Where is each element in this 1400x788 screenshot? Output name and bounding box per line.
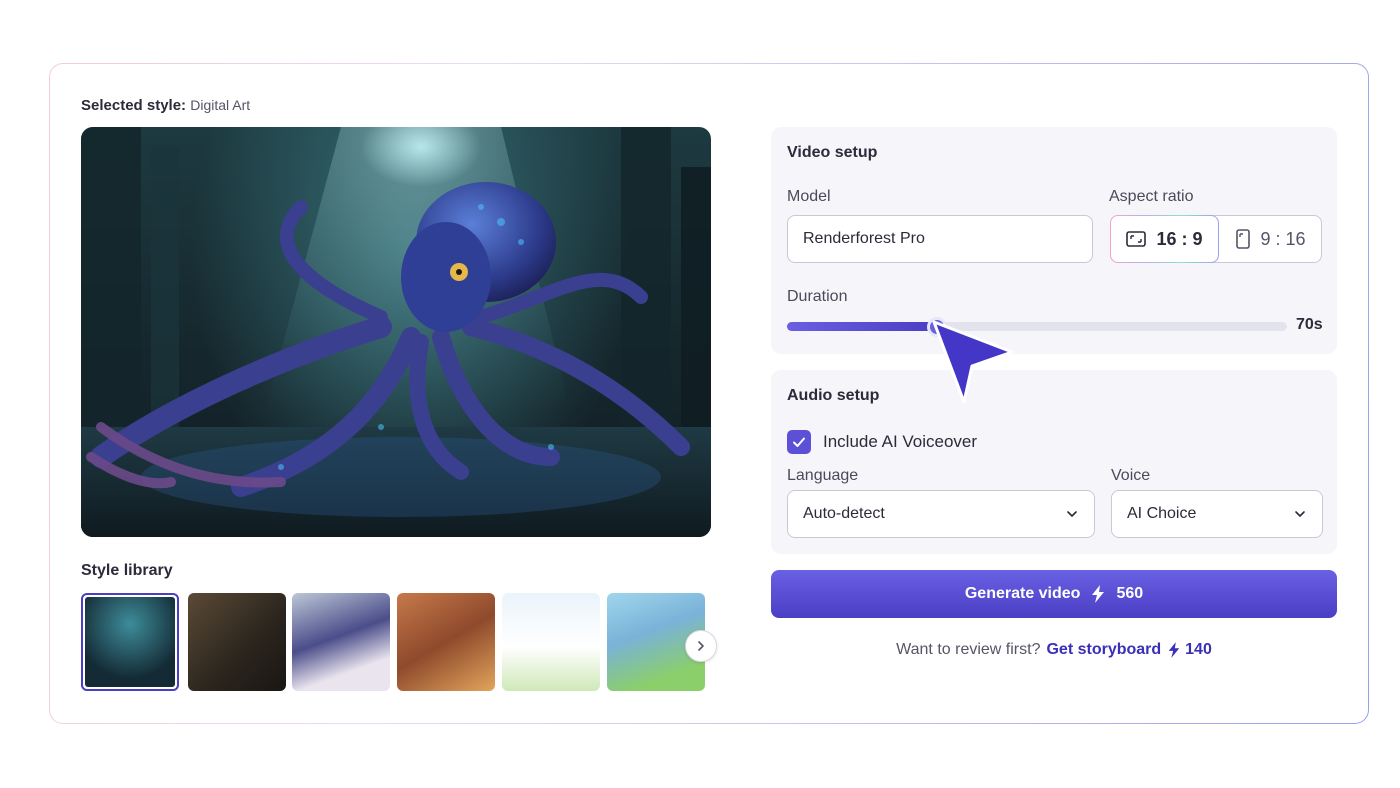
video-setup-panel: Video setup Model Renderforest Pro Aspec… xyxy=(771,127,1337,354)
get-storyboard-link[interactable]: Get storyboard xyxy=(1046,641,1161,659)
voice-value: AI Choice xyxy=(1127,505,1197,522)
carousel-next-button[interactable] xyxy=(685,630,717,662)
landscape-icon xyxy=(1126,231,1147,247)
style-library-carousel xyxy=(81,592,711,692)
model-value: Renderforest Pro xyxy=(803,230,925,247)
style-thumb-octopus[interactable] xyxy=(81,593,179,691)
voiceover-label[interactable]: Include AI Voiceover xyxy=(823,432,977,452)
duration-value: 70s xyxy=(1296,316,1323,333)
aspect-ratio-toggle: 16 : 9 9 : 16 xyxy=(1110,215,1322,263)
language-select[interactable]: Auto-detect xyxy=(787,490,1095,538)
aspect-ratio-label: Aspect ratio xyxy=(1109,188,1194,205)
generator-card-inner: Selected style: Digital Art Style librar… xyxy=(50,64,1368,723)
voice-label: Voice xyxy=(1111,467,1151,484)
generate-credits: 560 xyxy=(1116,585,1144,602)
style-thumb-cartoon-family[interactable] xyxy=(397,593,495,691)
aspect-option-9-16[interactable]: 9 : 16 xyxy=(1219,215,1323,263)
duration-slider-fill xyxy=(787,322,937,331)
chevron-down-icon xyxy=(1295,511,1305,517)
style-library-title: Style library xyxy=(81,562,173,579)
style-thumb-anime[interactable] xyxy=(292,593,390,691)
selected-style: Selected style: Digital Art xyxy=(81,97,250,114)
language-label: Language xyxy=(787,467,859,484)
style-thumb-cinematic[interactable] xyxy=(188,593,286,691)
checkmark-icon xyxy=(793,437,805,447)
generator-card: Selected style: Digital Art Style librar… xyxy=(49,63,1369,724)
duration-slider-handle[interactable] xyxy=(927,317,947,337)
generate-video-button[interactable]: Generate video 560 xyxy=(771,570,1337,618)
audio-setup-panel: Audio setup Include AI Voiceover Languag… xyxy=(771,370,1337,554)
aspect-option-16-9-label: 16 : 9 xyxy=(1156,228,1203,249)
model-label: Model xyxy=(787,188,831,205)
chevron-right-icon xyxy=(698,641,704,651)
aspect-option-9-16-label: 9 : 16 xyxy=(1260,228,1306,249)
voiceover-checkbox[interactable] xyxy=(787,430,811,454)
generate-video-label: Generate video xyxy=(964,585,1081,602)
portrait-icon xyxy=(1236,229,1251,249)
style-preview-image xyxy=(81,127,711,537)
language-value: Auto-detect xyxy=(803,505,885,522)
duration-label: Duration xyxy=(787,288,848,305)
review-prompt: Want to review first? xyxy=(896,641,1041,658)
lightning-icon xyxy=(1168,642,1180,658)
chevron-down-icon xyxy=(1067,511,1077,517)
octopus-illustration xyxy=(81,127,711,537)
review-storyboard-line: Want to review first? Get storyboard 140 xyxy=(771,641,1337,659)
duration-slider[interactable] xyxy=(787,317,1287,337)
selected-style-label: Selected style: xyxy=(81,97,187,114)
lightning-icon xyxy=(1092,585,1105,603)
model-select[interactable]: Renderforest Pro xyxy=(787,215,1093,263)
video-setup-title: Video setup xyxy=(787,144,878,161)
style-thumb-doodle[interactable] xyxy=(502,593,600,691)
aspect-option-16-9[interactable]: 16 : 9 xyxy=(1110,215,1219,263)
audio-setup-title: Audio setup xyxy=(787,387,880,404)
voice-select[interactable]: AI Choice xyxy=(1111,490,1323,538)
storyboard-credits: 140 xyxy=(1167,641,1212,659)
selected-style-value: Digital Art xyxy=(190,97,251,113)
storyboard-credits-value: 140 xyxy=(1185,641,1212,658)
